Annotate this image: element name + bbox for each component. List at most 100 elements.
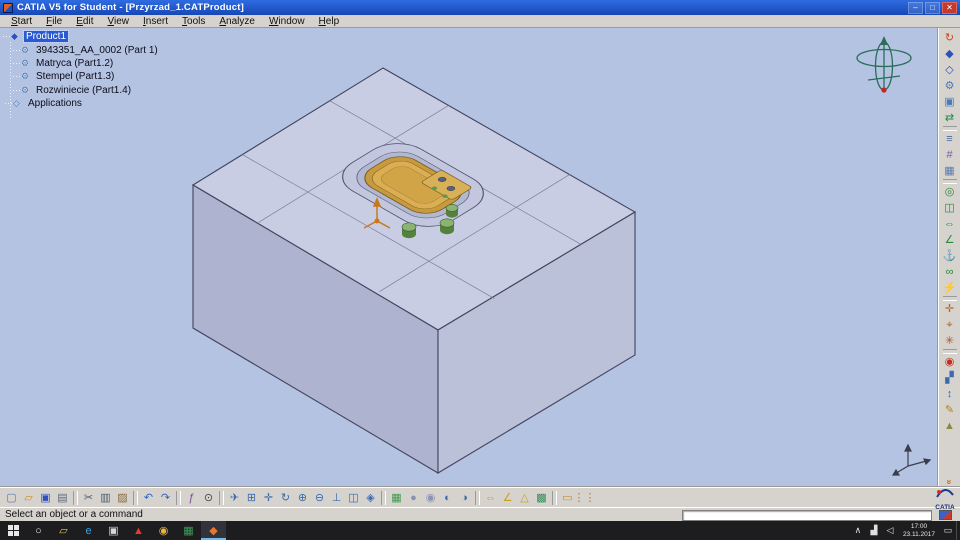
separator[interactable] bbox=[381, 491, 386, 505]
component-icon[interactable]: ◇ bbox=[942, 62, 958, 78]
view[interactable]: View bbox=[100, 16, 136, 27]
normal-view-icon[interactable]: ⊥ bbox=[328, 490, 345, 506]
contact-constraint-icon[interactable]: ◫ bbox=[942, 200, 958, 216]
cut-icon[interactable]: ✂ bbox=[80, 490, 97, 506]
insert[interactable]: Insert bbox=[136, 16, 175, 27]
power-input[interactable] bbox=[682, 510, 932, 521]
weld-feature-icon[interactable]: ▲ bbox=[942, 418, 958, 434]
apply-material-icon[interactable]: ▩ bbox=[533, 490, 550, 506]
product-icon[interactable]: ◆ bbox=[942, 46, 958, 62]
distance-band-icon[interactable]: ↕ bbox=[942, 386, 958, 402]
hidden-icons-chevron[interactable]: ∧ bbox=[850, 525, 866, 536]
file-explorer[interactable]: ▱ bbox=[51, 521, 76, 540]
replace-component-icon[interactable]: ⇄ bbox=[942, 110, 958, 126]
fit-all-in-icon[interactable]: ⊞ bbox=[243, 490, 260, 506]
existing-component-icon[interactable]: ▣ bbox=[942, 94, 958, 110]
part-icon[interactable]: ⚙ bbox=[942, 78, 958, 94]
save-icon[interactable]: ▣ bbox=[37, 490, 54, 506]
sectioning-icon[interactable]: ▞ bbox=[942, 370, 958, 386]
tree-item-label[interactable]: Product1 bbox=[24, 31, 68, 42]
catia[interactable]: ◆ bbox=[201, 521, 226, 540]
quick-constraint-icon[interactable]: ⚡ bbox=[942, 280, 958, 296]
separator[interactable] bbox=[552, 491, 557, 505]
tree-item[interactable]: ⚙ Stempel (Part1.3) bbox=[13, 70, 160, 83]
fly-mode-icon[interactable]: ✈ bbox=[226, 490, 243, 506]
viewport[interactable]: ◆ Product1 ⚙ 3943351_AA_0002 (Part 1) ⚙ … bbox=[0, 28, 938, 487]
new-document-icon[interactable]: ▢ bbox=[3, 490, 20, 506]
isometric-view-icon[interactable]: ◈ bbox=[362, 490, 379, 506]
zoom-out-icon[interactable]: ⊖ bbox=[311, 490, 328, 506]
separator[interactable] bbox=[176, 491, 181, 505]
acrobat-reader[interactable]: ▲ bbox=[126, 521, 151, 540]
paste-icon[interactable]: ▨ bbox=[114, 490, 131, 506]
separator[interactable] bbox=[475, 491, 480, 505]
maximize-button[interactable]: □ bbox=[925, 2, 940, 14]
offset-constraint-icon[interactable]: ⇔ bbox=[942, 216, 958, 232]
formula-icon[interactable]: ƒ bbox=[183, 490, 200, 506]
tools[interactable]: Tools bbox=[175, 16, 212, 27]
angle-constraint-icon[interactable]: ∠ bbox=[942, 232, 958, 248]
search-icon[interactable]: ⊙ bbox=[200, 490, 217, 506]
analyze[interactable]: Analyze bbox=[212, 16, 262, 27]
snap-icon[interactable]: ⌖ bbox=[942, 317, 958, 333]
edit[interactable]: Edit bbox=[69, 16, 100, 27]
zoom-in-icon[interactable]: ⊕ bbox=[294, 490, 311, 506]
graph-tree-icon[interactable]: ≡ bbox=[942, 131, 958, 147]
tree-item-label[interactable]: Matryca (Part1.2) bbox=[34, 58, 115, 69]
separator[interactable] bbox=[73, 491, 78, 505]
open-icon[interactable]: ▱ bbox=[20, 490, 37, 506]
tree-item[interactable]: ◇ Applications bbox=[5, 97, 160, 110]
tree-item-label[interactable]: Stempel (Part1.3) bbox=[34, 71, 116, 82]
manipulation-icon[interactable]: ✛ bbox=[942, 301, 958, 317]
generate-numbering-icon[interactable]: # bbox=[942, 147, 958, 163]
measure-inertia-icon[interactable]: △ bbox=[516, 490, 533, 506]
minimize-button[interactable]: – bbox=[908, 2, 923, 14]
measure-between-icon[interactable]: ⇔ bbox=[482, 490, 499, 506]
network-icon[interactable]: ▟ bbox=[866, 525, 882, 536]
shading-icon[interactable]: ● bbox=[405, 490, 422, 506]
fix-together-icon[interactable]: ∞ bbox=[942, 264, 958, 280]
undo-icon[interactable]: ↶ bbox=[140, 490, 157, 506]
pin-top[interactable] bbox=[440, 219, 454, 227]
rotate-icon[interactable]: ↻ bbox=[277, 490, 294, 506]
power-input-icon[interactable] bbox=[939, 510, 952, 520]
manage-representations-icon[interactable]: ▦ bbox=[942, 163, 958, 179]
tree-item[interactable]: ⚙ Matryca (Part1.2) bbox=[13, 57, 160, 70]
tree-item[interactable]: ⚙ Rozwiniecie (Part1.4) bbox=[13, 84, 160, 97]
update-icon[interactable]: ↻ bbox=[942, 30, 958, 46]
print-icon[interactable]: ▤ bbox=[54, 490, 71, 506]
shading-with-edges-icon[interactable]: ◉ bbox=[422, 490, 439, 506]
taskbar-clock[interactable]: 17:00 23.11.2017 bbox=[898, 523, 940, 538]
close-button[interactable]: ✕ bbox=[942, 2, 957, 14]
tree-item-label[interactable]: 3943351_AA_0002 (Part 1) bbox=[34, 45, 160, 56]
window[interactable]: Window bbox=[262, 16, 312, 27]
edge-browser[interactable]: e bbox=[76, 521, 101, 540]
chrome-browser[interactable]: ◉ bbox=[151, 521, 176, 540]
start[interactable]: Start bbox=[4, 16, 39, 27]
help[interactable]: Help bbox=[312, 16, 347, 27]
compass-handle[interactable] bbox=[881, 87, 886, 92]
action-center-icon[interactable]: ▭ bbox=[940, 525, 956, 536]
measure-item-icon[interactable]: ∠ bbox=[499, 490, 516, 506]
file[interactable]: File bbox=[39, 16, 69, 27]
hide-show-icon[interactable]: ◐ bbox=[439, 490, 456, 506]
explode-icon[interactable]: ✳ bbox=[942, 333, 958, 349]
separator[interactable] bbox=[219, 491, 224, 505]
annotations-icon[interactable]: ✎ bbox=[942, 402, 958, 418]
redo-icon[interactable]: ↷ bbox=[157, 490, 174, 506]
fix-component-icon[interactable]: ⚓ bbox=[942, 248, 958, 264]
swap-visible-space-icon[interactable]: ◑ bbox=[456, 490, 473, 506]
tree-item[interactable]: ⚙ 3943351_AA_0002 (Part 1) bbox=[13, 43, 160, 56]
show-desktop-button[interactable] bbox=[956, 521, 960, 540]
volume-icon[interactable]: ◁ bbox=[882, 525, 898, 536]
clash-icon[interactable]: ◉ bbox=[942, 354, 958, 370]
multi-view-icon[interactable]: ◫ bbox=[345, 490, 362, 506]
media-app[interactable]: ▣ bbox=[101, 521, 126, 540]
pin-top[interactable] bbox=[446, 204, 458, 211]
search[interactable]: ○ bbox=[26, 521, 51, 540]
toolbar-overflow-icon[interactable]: ⋮⋮ bbox=[576, 490, 593, 506]
tree-item[interactable]: ◆ Product1 bbox=[3, 30, 160, 43]
pan-icon[interactable]: ✛ bbox=[260, 490, 277, 506]
coincidence-constraint-icon[interactable]: ◎ bbox=[942, 184, 958, 200]
copy-icon[interactable]: ▥ bbox=[97, 490, 114, 506]
